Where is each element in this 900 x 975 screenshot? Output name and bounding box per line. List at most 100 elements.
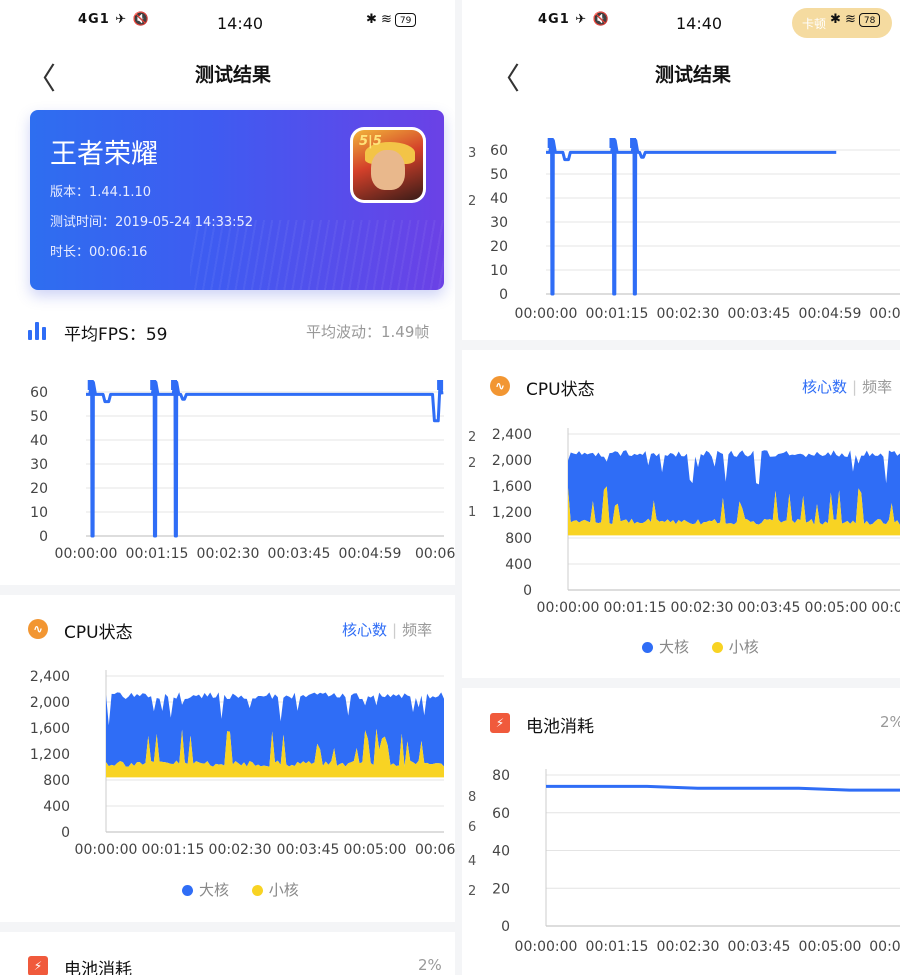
- x-tick-label: 00:02:30: [197, 546, 260, 562]
- status-time: 14:40: [676, 14, 723, 33]
- x-tick-label: 00:03:45: [728, 939, 791, 955]
- y-tick-label: 50: [490, 167, 508, 183]
- cpu-chart: 2,400 2,000 1,600 1,200 800 400 0 00:00:00 00:01…: [492, 427, 900, 616]
- page-title: 测试结果: [655, 64, 732, 86]
- fps-chart: 60 50 40 30 20 10 0 00:00:00 00:01:15 00:02:30 00:…: [30, 380, 462, 562]
- y-tick-label: 0: [499, 287, 508, 303]
- tab-core-count[interactable]: 核心数: [342, 621, 387, 639]
- y-tick-label: 0: [39, 529, 48, 545]
- y-tick-label: 30: [30, 457, 48, 473]
- test-time: 测试时间：2019-05-24 14:33:52: [50, 215, 254, 230]
- tab-frequency[interactable]: 频率: [402, 621, 432, 639]
- tab-frequency[interactable]: 频率: [862, 378, 892, 396]
- y-tick-label: 1,200: [492, 505, 532, 521]
- cpu-tabs: 核心数 | 频率: [802, 376, 892, 397]
- x-tick-label: 00:03:45: [277, 842, 340, 858]
- x-tick-label: 00:03:45: [268, 546, 331, 562]
- battery-icon: 79: [394, 12, 417, 27]
- lag-pill-label: 卡顿: [802, 17, 827, 31]
- x-tick-label: 00:04:59: [799, 306, 862, 322]
- x-tick-label: 00:01:15: [126, 546, 189, 562]
- x-tick-label: 00:01:15: [142, 842, 205, 858]
- y-tick-label: 1,200: [30, 747, 70, 763]
- y-tick-label: 400: [43, 799, 70, 815]
- x-tick-label: 00:01:15: [586, 939, 649, 955]
- x-tick-label: 00:02:30: [209, 842, 272, 858]
- y-tick-label: 20: [30, 481, 48, 497]
- legend-small-core: 小核: [711, 638, 759, 656]
- fps-spike: [150, 380, 157, 390]
- cpu-section-header: ∿ CPU状态 核心数 | 频率: [0, 616, 462, 646]
- fps-series-line: [86, 380, 444, 538]
- test-duration: 时长：00:06:16: [50, 245, 148, 260]
- phone-screenshot-right: 4G1 ✈ 🔇 14:40 卡顿 ✱ ≋ 78 〈 测试结果 3 2 2 2 1 …: [462, 0, 900, 975]
- signal-icons: 4G1 ✈ 🔇: [538, 12, 610, 27]
- cpu-title: CPU状态: [526, 380, 595, 400]
- nav-bar: 〈 测试结果: [0, 52, 462, 97]
- game-version: 版本：1.44.1.10: [50, 185, 152, 200]
- y-tick-label: 20: [492, 881, 510, 897]
- y-tick-label: 30: [490, 215, 508, 231]
- bluetooth-wifi-icon: ✱ ≋ 78: [830, 12, 881, 27]
- y-tick-label: 10: [490, 263, 508, 279]
- battery-section-header: ⚡ 电池消耗 2%: [0, 953, 462, 975]
- fps-average: 平均FPS：59: [64, 325, 168, 345]
- y-tick-label: 50: [30, 409, 48, 425]
- battery-usage-value: 2%: [418, 956, 442, 974]
- y-tick-label: 60: [490, 143, 508, 159]
- status-time: 14:40: [217, 14, 264, 33]
- nav-bar: 〈 测试结果: [462, 52, 900, 97]
- battery-lightning-icon: ⚡: [28, 956, 48, 975]
- y-tick-label: 40: [492, 844, 510, 860]
- x-tick-label: 00:03:45: [738, 600, 801, 616]
- cpu-chart: 2,400 2,000 1,600 1,200 800 400 0 00:00:00 00:01…: [30, 669, 462, 858]
- y-tick-label: 2,000: [30, 695, 70, 711]
- status-bar: 4G1 ✈ 🔇 14:40 卡顿 ✱ ≋ 78: [462, 8, 900, 38]
- y-tick-label: 10: [30, 505, 48, 521]
- y-tick-label: 2,000: [492, 453, 532, 469]
- legend-big-core: 大核: [642, 638, 689, 656]
- x-tick-label: 00:01:15: [586, 306, 649, 322]
- battery-lightning-icon: ⚡: [490, 713, 510, 733]
- fps-chart: 60 50 40 30 20 10 0 00:00:00 00:01:15 00:02:30 00:…: [490, 138, 900, 322]
- battery-usage-value: 2%: [880, 713, 900, 731]
- cpu-legend: 大核 小核: [182, 879, 317, 900]
- section-divider: [0, 922, 462, 932]
- game-info-card: 王者荣耀 版本：1.44.1.10 测试时间：2019-05-24 14:33:…: [30, 110, 444, 290]
- x-tick-label: 00:02:30: [671, 600, 734, 616]
- x-tick-label: 00:00:00: [75, 842, 138, 858]
- cpu-title: CPU状态: [64, 623, 133, 643]
- fps-spike: [87, 380, 94, 390]
- x-tick-label: 00:03:45: [728, 306, 791, 322]
- y-tick-label: 80: [492, 768, 510, 784]
- card-wave-decoration: [190, 220, 444, 290]
- fps-spike: [437, 380, 444, 390]
- fps-section-header: 平均FPS：59 平均波动：1.49帧: [0, 318, 462, 348]
- x-tick-label: 00:05:00: [799, 939, 862, 955]
- y-tick-label: 20: [490, 239, 508, 255]
- cpu-tabs: 核心数 | 频率: [342, 619, 432, 640]
- y-tick-label: 1,600: [492, 479, 532, 495]
- game-app-icon: 5|5: [350, 127, 426, 203]
- back-arrow-icon[interactable]: 〈: [26, 54, 56, 98]
- game-name: 王者荣耀: [50, 139, 158, 170]
- y-tick-label: 0: [501, 919, 510, 935]
- bluetooth-wifi-icon: ✱ ≋ 79: [366, 12, 417, 27]
- x-tick-label: 00:0: [869, 306, 900, 322]
- cpu-pulse-icon: ∿: [28, 619, 48, 639]
- y-tick-label: 0: [523, 583, 532, 599]
- section-divider: [462, 340, 900, 350]
- battery-chart: 80 60 40 20 0 00:00:00 00:01:15 00:02:30 00:03:4…: [492, 768, 900, 955]
- x-tick-label: 00:04:59: [339, 546, 402, 562]
- y-tick-label: 40: [490, 191, 508, 207]
- fps-spike: [609, 138, 616, 148]
- status-bar: 4G1 ✈ 🔇 14:40 ✱ ≋ 79: [0, 8, 462, 38]
- back-arrow-icon[interactable]: 〈: [490, 54, 520, 98]
- y-tick-label: 2,400: [30, 669, 70, 685]
- tab-core-count[interactable]: 核心数: [802, 378, 847, 396]
- y-tick-label: 800: [505, 531, 532, 547]
- battery-section-header: ⚡ 电池消耗 2%: [462, 710, 900, 740]
- x-tick-label: 00:0: [871, 600, 900, 616]
- y-tick-label: 800: [43, 773, 70, 789]
- y-tick-label: 1,600: [30, 721, 70, 737]
